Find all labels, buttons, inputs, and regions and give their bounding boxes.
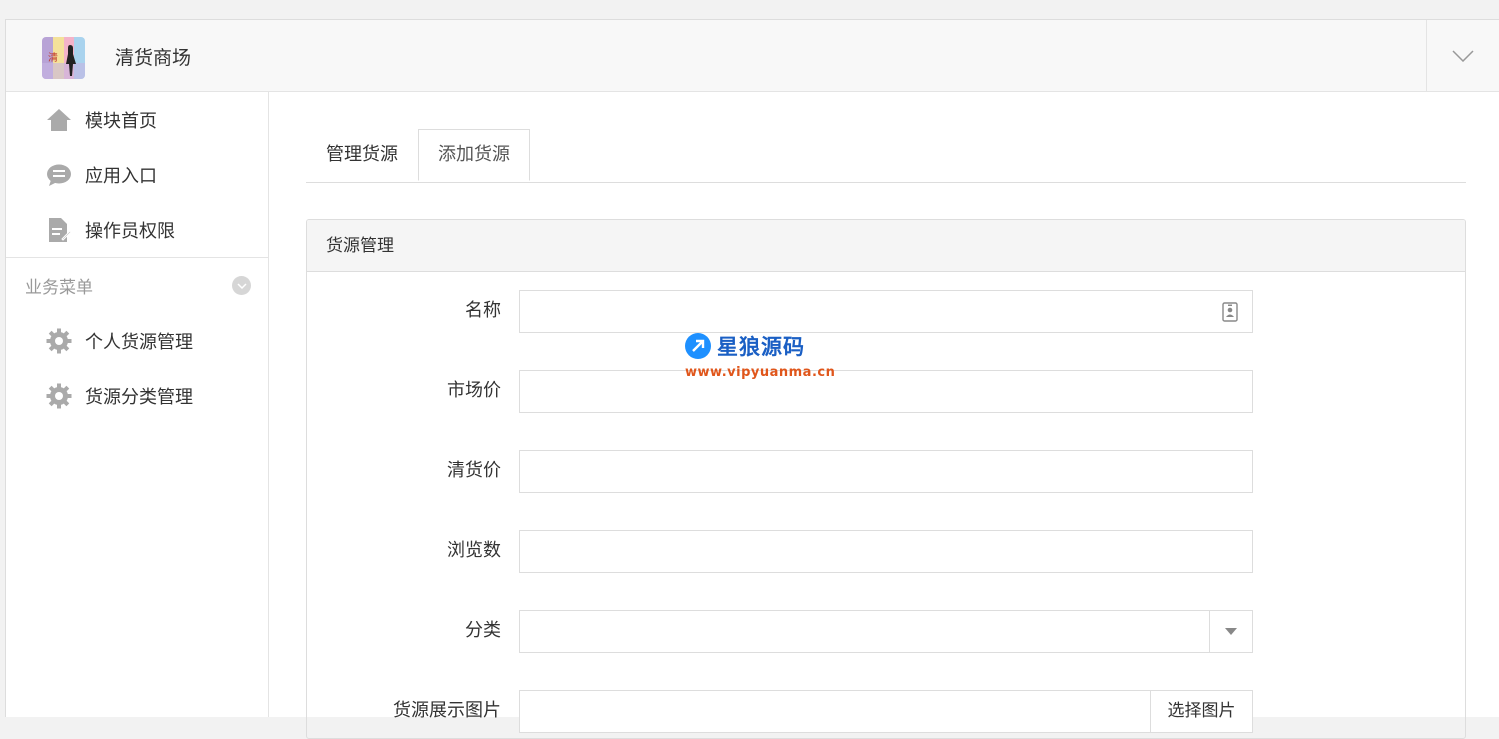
tab-add-supply[interactable]: 添加货源 bbox=[418, 129, 530, 181]
sidebar-item-label: 应用入口 bbox=[85, 165, 157, 187]
app-title: 清货商场 bbox=[115, 47, 192, 69]
top-header: 清 清货商场 bbox=[6, 20, 1499, 92]
section-collapse-toggle[interactable] bbox=[232, 276, 251, 295]
field-label: 分类 bbox=[465, 620, 501, 641]
form-row-market-price: 市场价 bbox=[307, 370, 1465, 414]
sidebar-item-module-home[interactable]: 模块首页 bbox=[6, 92, 268, 147]
clearance-price-field[interactable] bbox=[519, 450, 1253, 493]
gear-icon bbox=[46, 328, 72, 354]
category-select[interactable] bbox=[519, 610, 1253, 653]
sidebar: 模块首页 应用入口 操作员权限 业务菜单 个人货源管理 货源分类管理 bbox=[6, 92, 269, 717]
form-row-image: 货源展示图片 选择图片 bbox=[307, 690, 1465, 734]
tab-manage-supply[interactable]: 管理货源 bbox=[307, 129, 417, 181]
name-field[interactable] bbox=[519, 290, 1253, 333]
watermark-url: www.vipyuanma.cn bbox=[685, 365, 836, 380]
views-input[interactable] bbox=[520, 531, 1252, 572]
name-input[interactable] bbox=[520, 291, 1252, 332]
field-label: 浏览数 bbox=[447, 540, 501, 561]
image-path-input[interactable] bbox=[520, 691, 1252, 732]
store-logo[interactable]: 清 bbox=[42, 37, 85, 79]
watermark-logo-icon bbox=[685, 333, 711, 359]
sidebar-item-label: 个人货源管理 bbox=[85, 331, 193, 353]
field-label: 名称 bbox=[465, 300, 501, 321]
watermark: 星狼源码 www.vipyuanma.cn bbox=[685, 331, 835, 380]
chat-bubble-icon bbox=[46, 162, 72, 188]
header-collapse-toggle[interactable] bbox=[1426, 20, 1499, 91]
choose-image-button[interactable]: 选择图片 bbox=[1150, 691, 1252, 732]
clearance-price-input[interactable] bbox=[520, 451, 1252, 492]
form-row-category: 分类 bbox=[307, 610, 1465, 654]
document-edit-icon bbox=[46, 217, 72, 243]
field-label: 货源展示图片 bbox=[393, 700, 501, 721]
sidebar-item-personal-supply[interactable]: 个人货源管理 bbox=[6, 313, 268, 368]
sidebar-item-label: 操作员权限 bbox=[85, 220, 175, 242]
gear-icon bbox=[46, 383, 72, 409]
supply-form-panel: 货源管理 名称 市场价 清货价 浏览数 分类 货源展示图片 选择图片 bbox=[306, 219, 1466, 739]
caret-down-icon bbox=[1225, 628, 1237, 635]
sidebar-section-header[interactable]: 业务菜单 bbox=[6, 258, 268, 313]
watermark-title: 星狼源码 bbox=[717, 335, 805, 359]
image-path-field[interactable]: 选择图片 bbox=[519, 690, 1253, 733]
form-row-name: 名称 bbox=[307, 290, 1465, 334]
market-price-input[interactable] bbox=[520, 371, 1252, 412]
panel-title: 货源管理 bbox=[307, 220, 1465, 272]
field-label: 清货价 bbox=[447, 460, 501, 481]
form-row-views: 浏览数 bbox=[307, 530, 1465, 574]
views-field[interactable] bbox=[519, 530, 1253, 573]
logo-figure-icon: 清 bbox=[42, 45, 85, 79]
market-price-field[interactable] bbox=[519, 370, 1253, 413]
field-label: 市场价 bbox=[447, 380, 501, 401]
sidebar-item-label: 货源分类管理 bbox=[85, 386, 193, 408]
sidebar-item-operator-permissions[interactable]: 操作员权限 bbox=[6, 202, 268, 257]
sidebar-item-label: 模块首页 bbox=[85, 110, 157, 132]
main-content: 管理货源 添加货源 货源管理 名称 市场价 清货价 浏览数 分类 货源展示图片 … bbox=[269, 92, 1499, 739]
form-row-clearance-price: 清货价 bbox=[307, 450, 1465, 494]
chevron-down-icon bbox=[1452, 49, 1474, 62]
svg-text:清: 清 bbox=[48, 51, 58, 64]
home-icon bbox=[46, 107, 72, 133]
sidebar-item-app-entry[interactable]: 应用入口 bbox=[6, 147, 268, 202]
sidebar-section-title: 业务菜单 bbox=[25, 278, 93, 298]
tab-bar: 管理货源 添加货源 bbox=[306, 129, 1466, 183]
chevron-down-icon bbox=[236, 282, 247, 289]
sidebar-item-supply-category[interactable]: 货源分类管理 bbox=[6, 368, 268, 423]
app-frame: 清 清货商场 模块首页 应用入口 操作员权限 业务菜单 个人货源管理 货源分类管… bbox=[5, 19, 1499, 739]
contact-card-icon bbox=[1222, 302, 1238, 322]
select-caret-button[interactable] bbox=[1209, 611, 1252, 652]
